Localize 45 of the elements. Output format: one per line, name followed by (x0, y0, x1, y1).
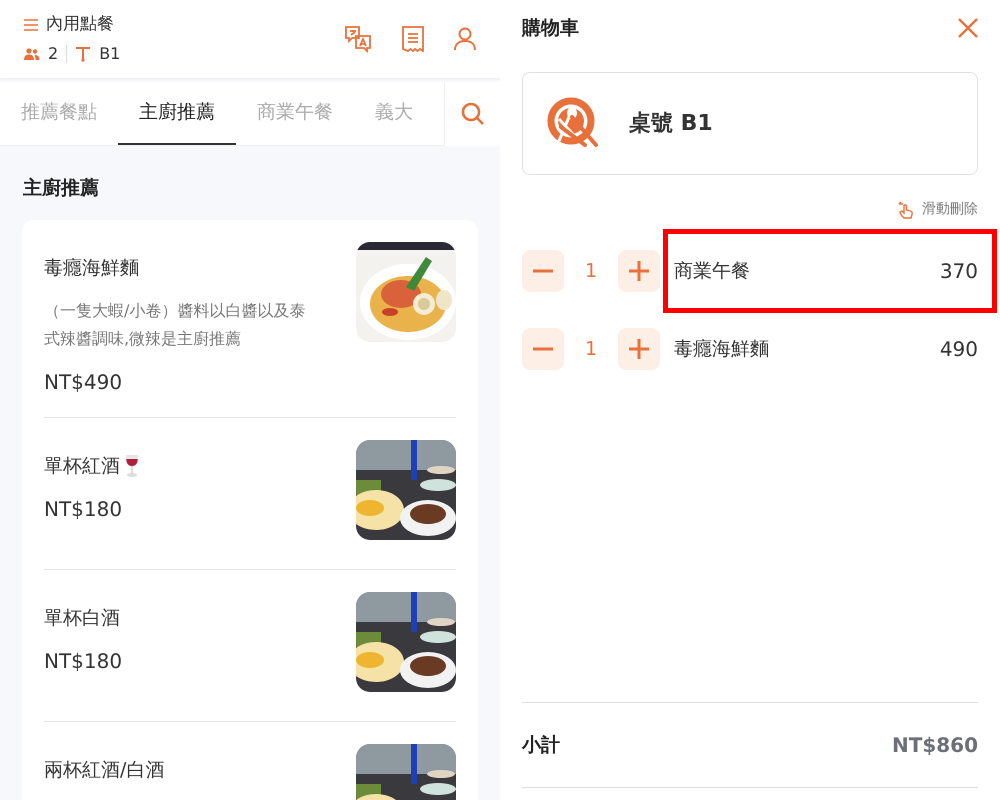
decrease-button[interactable] (522, 250, 564, 292)
dish-description: （一隻大蝦/小卷）醬料以白醬以及泰式辣醬調味,微辣是主廚推薦 (44, 300, 306, 350)
translate-icon[interactable] (344, 24, 372, 53)
swipe-hint: 滑動刪除 (922, 200, 978, 219)
subtotal-label: 小計 (522, 732, 560, 758)
decrease-button[interactable] (522, 328, 564, 370)
cart-item-price: 370 (940, 258, 978, 285)
increase-button[interactable] (618, 328, 660, 370)
page-title: 內用點餐 (46, 13, 114, 36)
cart-item-name: 商業午餐 (674, 258, 750, 284)
dish-name: 兩杯紅酒/白酒 (44, 758, 164, 782)
dish-name: 單杯白酒 (44, 606, 120, 630)
dish-name: 單杯紅酒 (44, 454, 120, 478)
plus-icon (629, 339, 649, 359)
receipt-icon[interactable] (402, 26, 424, 52)
category-tab[interactable]: 主廚推薦 (118, 82, 236, 144)
swipe-hand-icon (898, 200, 914, 218)
people-icon (24, 48, 40, 60)
menu-icon[interactable] (24, 18, 38, 32)
category-tab[interactable]: 義大 (354, 82, 434, 144)
table-icon (75, 46, 92, 62)
minus-icon (533, 269, 553, 273)
guest-count: 2 (48, 42, 58, 64)
quantity: 1 (584, 336, 598, 362)
section-title: 主廚推薦 (22, 176, 100, 200)
user-icon[interactable] (454, 26, 476, 51)
table-number: B1 (99, 42, 120, 64)
dish-name: 毒癮海鮮麵 (44, 256, 139, 281)
dish-price: NT$180 (44, 496, 124, 523)
minus-icon (533, 347, 553, 351)
subtotal-amount: NT$860 (892, 732, 978, 759)
close-icon[interactable] (958, 18, 978, 38)
table-label: 桌號 B1 (629, 110, 713, 138)
cart-item-name: 毒癮海鮮麵 (674, 336, 769, 362)
search-button[interactable] (444, 82, 500, 146)
cart-title: 購物車 (522, 16, 579, 41)
category-tab[interactable]: 推薦餐點 (0, 82, 118, 144)
plus-icon (629, 261, 649, 281)
category-tab[interactable]: 商業午餐 (236, 82, 354, 144)
dish-price: NT$490 (44, 368, 124, 396)
search-icon (460, 102, 484, 126)
quantity: 1 (584, 258, 598, 284)
cart-item-price: 490 (940, 336, 978, 363)
dish-price: NT$180 (44, 648, 122, 675)
increase-button[interactable] (618, 250, 660, 292)
